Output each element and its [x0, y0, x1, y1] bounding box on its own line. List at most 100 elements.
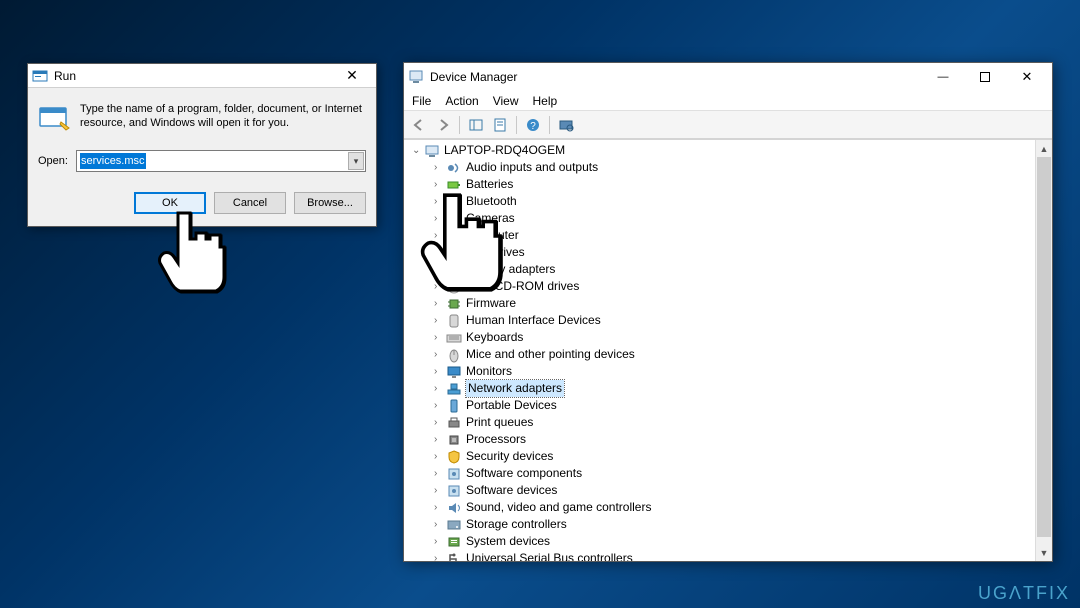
run-titlebar[interactable]: Run ✕ [28, 64, 376, 88]
battery-icon [446, 177, 462, 193]
back-button[interactable] [408, 114, 430, 136]
ok-button[interactable]: OK [134, 192, 206, 214]
show-hide-tree-button[interactable] [465, 114, 487, 136]
display-icon [446, 262, 462, 278]
vertical-scrollbar[interactable]: ▲ ▼ [1035, 140, 1052, 561]
tree-item[interactable]: ›Firmware [406, 295, 1052, 312]
mouse-icon [446, 347, 462, 363]
dm-titlebar[interactable]: Device Manager [404, 63, 1052, 91]
keyboard-icon [446, 330, 462, 346]
audio-icon [446, 160, 462, 176]
tree-item-label: Keyboards [466, 329, 523, 346]
tree-item[interactable]: ›Audio inputs and outputs [406, 159, 1052, 176]
tree-item[interactable]: ›Keyboards [406, 329, 1052, 346]
run-title-text: Run [54, 69, 76, 83]
tree-item[interactable]: ›Software devices [406, 482, 1052, 499]
dm-app-icon [408, 69, 424, 85]
forward-button[interactable] [432, 114, 454, 136]
scroll-down-button[interactable]: ▼ [1036, 544, 1052, 561]
run-app-icon [38, 102, 70, 134]
scroll-up-button[interactable]: ▲ [1036, 140, 1052, 157]
help-button[interactable]: ? [522, 114, 544, 136]
tree-item[interactable]: ›Universal Serial Bus controllers [406, 550, 1052, 561]
tree-item-label: Software components [466, 465, 582, 482]
tree-item-label: Monitors [466, 363, 512, 380]
run-close-button[interactable]: ✕ [332, 67, 372, 84]
tree-item-label: Batteries [466, 176, 513, 193]
tree-item-label: Processors [466, 431, 526, 448]
menu-view[interactable]: View [493, 91, 519, 110]
network-icon [446, 381, 462, 397]
tree-item-label: Firmware [466, 295, 516, 312]
chip-icon [446, 296, 462, 312]
tree-item[interactable]: ›Software components [406, 465, 1052, 482]
tree-item-label: Audio inputs and outputs [466, 159, 598, 176]
tree-item-label: Display adapters [466, 261, 555, 278]
storage-icon [446, 517, 462, 533]
dm-tree-panel: ⌄LAPTOP-RDQ4OGEM›Audio inputs and output… [404, 139, 1052, 561]
tree-item-label: Disk drives [466, 244, 525, 261]
tree-item[interactable]: ›Print queues [406, 414, 1052, 431]
usb-icon [446, 551, 462, 562]
tree-item-label: Sound, video and game controllers [466, 499, 651, 516]
tree-item[interactable]: ›Display adapters [406, 261, 1052, 278]
open-label: Open: [38, 155, 68, 167]
tree-item[interactable]: ›Batteries [406, 176, 1052, 193]
run-dialog: Run ✕ Type the name of a program, folder… [27, 63, 377, 227]
menu-action[interactable]: Action [445, 91, 478, 110]
tree-item-label: Portable Devices [466, 397, 557, 414]
open-input[interactable] [76, 150, 366, 172]
tree-item[interactable]: ›System devices [406, 533, 1052, 550]
dm-menubar: File Action View Help [404, 91, 1052, 111]
tree-root[interactable]: ⌄LAPTOP-RDQ4OGEM [406, 142, 1052, 159]
tree-item[interactable]: ›Disk drives [406, 244, 1052, 261]
tree-item[interactable]: ›Human Interface Devices [406, 312, 1052, 329]
tree-item-label: Print queues [466, 414, 533, 431]
tree-root-label: LAPTOP-RDQ4OGEM [444, 142, 565, 159]
tree-item[interactable]: ›Storage controllers [406, 516, 1052, 533]
device-manager-window: Device Manager File Action View Help ? ⌄… [403, 62, 1053, 562]
computer-icon [424, 143, 440, 159]
open-dropdown-button[interactable] [348, 152, 364, 170]
menu-help[interactable]: Help [533, 91, 558, 110]
cpu-icon [446, 432, 462, 448]
tree-item[interactable]: ›Cameras [406, 210, 1052, 227]
tree-item[interactable]: ›Portable Devices [406, 397, 1052, 414]
close-button[interactable] [1006, 64, 1048, 90]
maximize-button[interactable] [964, 64, 1006, 90]
computer-icon [446, 228, 462, 244]
monitor-icon [446, 364, 462, 380]
system-icon [446, 534, 462, 550]
device-tree[interactable]: ⌄LAPTOP-RDQ4OGEM›Audio inputs and output… [406, 142, 1052, 561]
scan-hardware-button[interactable] [555, 114, 577, 136]
bluetooth-icon [446, 194, 462, 210]
tree-item-label: Network adapters [466, 380, 564, 397]
tree-item-label: Cameras [466, 210, 515, 227]
menu-file[interactable]: File [412, 91, 431, 110]
software-icon [446, 466, 462, 482]
tree-item-label: Human Interface Devices [466, 312, 601, 329]
tree-item[interactable]: ›Mice and other pointing devices [406, 346, 1052, 363]
tree-item[interactable]: ›Security devices [406, 448, 1052, 465]
tree-item-label: DVD/CD-ROM drives [466, 278, 579, 295]
tree-item-label: System devices [466, 533, 550, 550]
tree-item[interactable]: ›Network adapters [406, 380, 1052, 397]
open-combobox[interactable]: services.msc [76, 150, 366, 172]
scroll-thumb[interactable] [1037, 157, 1051, 537]
printer-icon [446, 415, 462, 431]
tree-item[interactable]: ›DVD/CD-ROM drives [406, 278, 1052, 295]
tree-item-label: Security devices [466, 448, 553, 465]
security-icon [446, 449, 462, 465]
tree-item[interactable]: ›Monitors [406, 363, 1052, 380]
browse-button[interactable]: Browse... [294, 192, 366, 214]
watermark: UGΛTFIX [978, 583, 1070, 604]
tree-item-label: Mice and other pointing devices [466, 346, 635, 363]
tree-item[interactable]: ›Computer [406, 227, 1052, 244]
tree-item[interactable]: ›Sound, video and game controllers [406, 499, 1052, 516]
portable-icon [446, 398, 462, 414]
tree-item[interactable]: ›Bluetooth [406, 193, 1052, 210]
tree-item[interactable]: ›Processors [406, 431, 1052, 448]
properties-button[interactable] [489, 114, 511, 136]
cancel-button[interactable]: Cancel [214, 192, 286, 214]
minimize-button[interactable] [922, 64, 964, 90]
